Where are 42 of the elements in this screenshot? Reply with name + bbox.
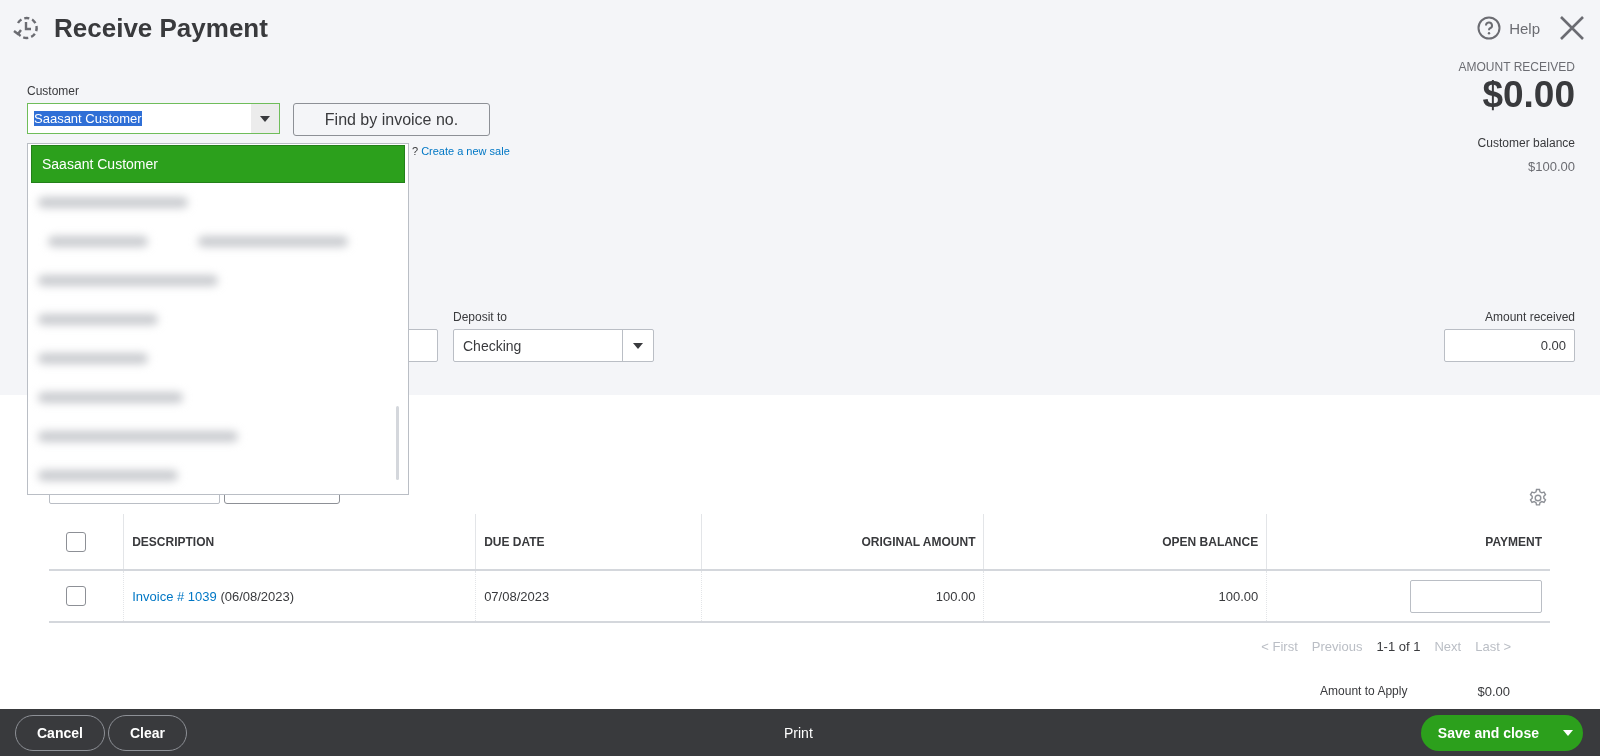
page-range: 1-1 of 1 [1376,639,1421,654]
customer-select[interactable]: Saasant Customer [27,103,280,134]
history-icon [12,14,40,42]
apply-label: Amount to Apply [1320,684,1408,699]
save-button[interactable]: Save and close [1420,714,1583,751]
create-sale-link[interactable]: Create a new sale [421,145,510,157]
help-icon [1477,16,1502,40]
column-header: OPEN BALANCE [1162,534,1259,549]
settings-icon[interactable] [1528,488,1548,508]
column-header: PAYMENT [1485,534,1542,549]
apply-value: $0.00 [1477,684,1510,699]
close-button[interactable] [1560,16,1584,40]
scrollbar[interactable] [396,406,399,480]
hint-text: ? [412,145,419,157]
field-label: Customer [27,84,80,98]
column-header: DESCRIPTION [132,534,215,549]
field-label: Deposit to [453,310,509,324]
amount-value: $0.00 [1482,74,1575,116]
caret-icon[interactable] [1563,729,1573,736]
caret-icon [633,342,643,349]
caret-icon [260,115,270,122]
payment-input[interactable] [1410,579,1542,613]
page-title: Receive Payment [54,12,268,44]
amount-label: AMOUNT RECEIVED [1458,60,1575,74]
print-link[interactable]: Print [784,724,813,741]
find-button[interactable]: Find by invoice no. [293,103,490,136]
checkbox[interactable] [66,586,86,606]
table-cell: 100.00 [1218,588,1259,604]
dropdown-option[interactable]: Saasant Customer [31,145,405,183]
deposit-select[interactable]: Checking [453,329,654,362]
balance-value: $100.00 [1528,159,1575,174]
table-cell: (06/08/2023) [220,588,295,604]
amount-input[interactable]: 0.00 [1444,329,1575,362]
table-cell: 07/08/2023 [484,588,550,604]
balance-label: Customer balance [1477,136,1575,150]
checkbox[interactable] [66,531,86,552]
column-header: ORIGINAL AMOUNT [861,534,976,549]
column-header: DUE DATE [484,534,545,549]
invoice-link[interactable]: Invoice # 1039 [132,588,217,604]
field-label: Amount received [1484,310,1575,324]
help-button[interactable]: Help [1477,16,1540,40]
table-cell: 100.00 [935,588,976,604]
